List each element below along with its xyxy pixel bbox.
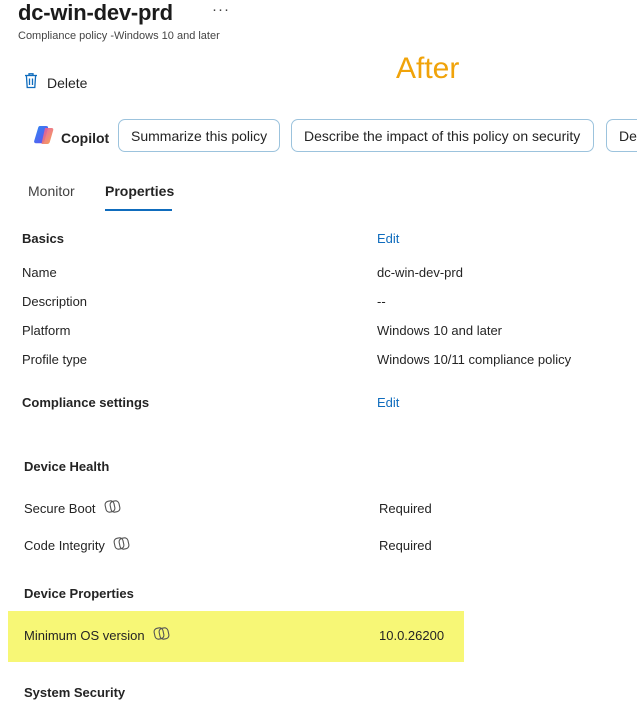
device-properties-heading: Device Properties	[24, 586, 134, 601]
device-health-heading: Device Health	[24, 459, 110, 474]
more-options-button[interactable]: ···	[212, 1, 230, 18]
settings-catalog-icon	[153, 626, 170, 641]
secure-boot-label: Secure Boot	[24, 501, 96, 516]
row-value-description: --	[377, 294, 386, 309]
row-label-profile-type: Profile type	[22, 352, 88, 367]
basics-heading: Basics	[22, 231, 64, 246]
delete-button[interactable]: Delete	[24, 72, 87, 94]
row-label-platform: Platform	[22, 323, 71, 338]
after-annotation: After	[396, 52, 460, 85]
row-value-name: dc-win-dev-prd	[377, 265, 463, 280]
delete-label: Delete	[47, 75, 88, 91]
tab-properties[interactable]: Properties	[105, 183, 174, 199]
copilot-prompt-summarize[interactable]: Summarize this policy	[118, 119, 280, 152]
compliance-settings-edit-link[interactable]: Edit	[377, 395, 399, 410]
copilot-label-group: Copilot	[33, 124, 109, 151]
secure-boot-value: Required	[379, 501, 432, 516]
compliance-settings-heading: Compliance settings	[22, 395, 150, 410]
row-value-profile-type: Windows 10/11 compliance policy	[377, 352, 572, 367]
settings-catalog-icon	[104, 499, 121, 514]
row-value-platform: Windows 10 and later	[377, 323, 503, 338]
page-title: dc-win-dev-prd	[18, 0, 173, 25]
row-label-description: Description	[22, 294, 88, 309]
secure-boot-setting: Secure Boot	[24, 499, 121, 516]
code-integrity-label: Code Integrity	[24, 538, 105, 553]
system-security-heading: System Security	[24, 685, 126, 700]
tab-monitor[interactable]: Monitor	[28, 183, 75, 199]
minimum-os-version-value: 10.0.26200	[379, 628, 445, 643]
trash-icon	[24, 72, 38, 94]
minimum-os-version-setting: Minimum OS version	[24, 626, 170, 643]
copilot-prompt-describe[interactable]: De	[606, 119, 637, 152]
active-tab-indicator	[105, 209, 172, 211]
code-integrity-value: Required	[379, 538, 432, 553]
basics-edit-link[interactable]: Edit	[377, 231, 399, 246]
copilot-logo-icon	[33, 124, 55, 151]
copilot-label: Copilot	[61, 129, 110, 146]
copilot-prompt-security-impact[interactable]: Describe the impact of this policy on se…	[291, 119, 594, 152]
settings-catalog-icon	[113, 536, 130, 551]
minimum-os-version-label: Minimum OS version	[24, 628, 145, 643]
code-integrity-setting: Code Integrity	[24, 536, 130, 553]
page-subtitle: Compliance policy -Windows 10 and later	[18, 30, 220, 42]
row-label-name: Name	[22, 265, 57, 280]
